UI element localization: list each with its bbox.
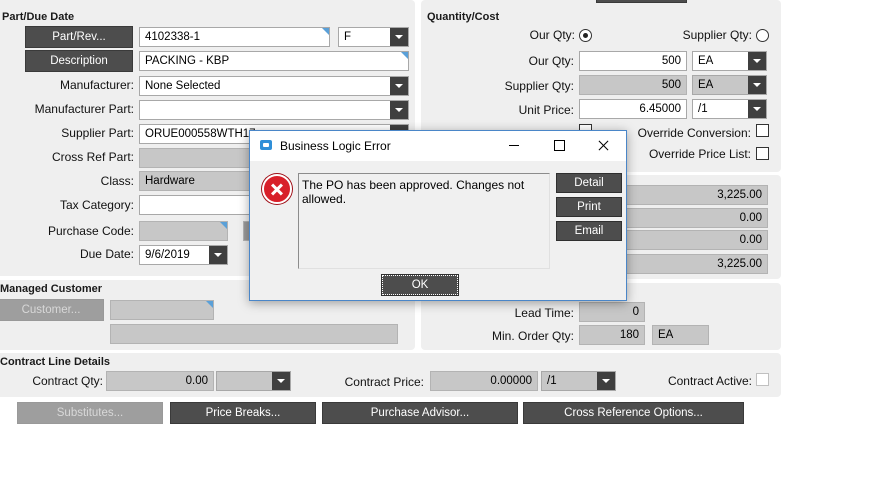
our-qty-uom-select[interactable]: EA [692, 51, 767, 71]
lead-time-label: Lead Time: [514, 306, 574, 320]
maximize-icon[interactable] [536, 131, 581, 161]
contract-price-per-select[interactable]: /1 [541, 371, 616, 391]
supplier-part-label: Supplier Part: [61, 126, 134, 140]
close-icon[interactable] [581, 131, 626, 161]
part-number-field[interactable]: 4102338-1 [139, 27, 330, 47]
our-qty-radio[interactable] [579, 29, 592, 42]
manufacturer-select[interactable]: None Selected [139, 76, 409, 96]
override-conversion-checkbox[interactable] [756, 124, 769, 137]
calendar-dropdown-icon[interactable] [209, 246, 227, 264]
min-order-qty-field: 180 [579, 325, 645, 345]
ok-button[interactable]: OK [381, 274, 459, 296]
part-rev-button[interactable]: Part/Rev... [25, 26, 133, 48]
email-button[interactable]: Email [556, 221, 622, 241]
app-icon [260, 140, 272, 150]
substitutes-button[interactable]: Substitutes... [17, 402, 163, 424]
chevron-down-icon[interactable] [390, 77, 408, 95]
supplier-qty-radio[interactable] [756, 29, 769, 42]
price-breaks-button[interactable]: Price Breaks... [170, 402, 316, 424]
contract-active-label: Contract Active: [667, 374, 752, 388]
our-qty-label: Our Qty: [528, 54, 574, 68]
contract-title: Contract Line Details [0, 356, 111, 368]
contract-active-checkbox[interactable] [756, 373, 769, 386]
class-label: Class: [100, 174, 134, 188]
chevron-down-icon[interactable] [390, 28, 408, 46]
tax-category-field[interactable] [139, 195, 251, 215]
manufacturer-part-label: Manufacturer Part: [34, 102, 134, 116]
override-price-list-label: Override Price List: [648, 147, 751, 161]
chevron-down-icon[interactable] [748, 52, 766, 70]
override-price-list-checkbox[interactable] [756, 147, 769, 160]
description-field[interactable]: PACKING - KBP [139, 51, 409, 71]
description-button[interactable]: Description [25, 50, 133, 72]
chevron-down-icon[interactable] [272, 372, 290, 390]
revision-select[interactable]: F [338, 27, 409, 47]
print-button[interactable]: Print [556, 197, 622, 217]
error-icon [262, 174, 292, 204]
our-qty-input[interactable]: 500 [579, 51, 687, 71]
chevron-down-icon[interactable] [748, 100, 766, 118]
lead-time-field: 0 [579, 302, 645, 322]
override-conversion-label: Override Conversion: [637, 126, 751, 140]
chevron-down-icon[interactable] [597, 372, 615, 390]
contract-qty-field: 0.00 [106, 371, 214, 391]
customer-name-field [110, 324, 398, 344]
customer-id-field [110, 300, 214, 320]
cross-ref-part-label: Cross Ref Part: [51, 150, 134, 164]
part-due-title: Part/Due Date [2, 11, 75, 23]
min-order-uom-field: EA [652, 325, 709, 345]
contract-qty-uom-select[interactable] [216, 371, 291, 391]
unit-price-label: Unit Price: [518, 103, 574, 117]
supplier-qty-field: 500 [579, 75, 687, 95]
business-logic-error-dialog: Business Logic Error The PO has been app… [249, 130, 627, 301]
manufacturer-label: Manufacturer: [59, 78, 134, 92]
quantity-cost-title: Quantity/Cost [427, 11, 500, 23]
cross-ref-part-field [139, 148, 251, 168]
manufacturer-part-select[interactable] [139, 100, 409, 120]
chevron-down-icon[interactable] [390, 101, 408, 119]
our-qty-radio-label: Our Qty: [529, 28, 575, 42]
min-order-qty-label: Min. Order Qty: [491, 329, 574, 343]
purchase-advisor-button[interactable]: Purchase Advisor... [322, 402, 518, 424]
contract-qty-label: Contract Qty: [32, 374, 103, 388]
customer-button[interactable]: Customer... [0, 299, 104, 321]
due-date-picker[interactable]: 9/6/2019 [139, 245, 228, 265]
cross-reference-options-button[interactable]: Cross Reference Options... [523, 402, 744, 424]
unit-price-input[interactable]: 6.45000 [579, 99, 687, 119]
supplier-qty-radio-label: Supplier Qty: [682, 28, 752, 42]
detail-button[interactable]: Detail [556, 173, 622, 193]
chevron-down-icon[interactable] [748, 76, 766, 94]
due-date-label: Due Date: [79, 247, 134, 261]
managed-customer-title: Managed Customer [0, 283, 103, 295]
supplier-qty-uom-select[interactable]: EA [692, 75, 767, 95]
dialog-title: Business Logic Error [280, 139, 391, 153]
class-field: Hardware [139, 171, 251, 191]
top-toolbar-button[interactable] [596, 0, 687, 3]
purchase-code-field [139, 221, 228, 241]
minimize-icon[interactable] [491, 131, 536, 161]
error-message: The PO has been approved. Changes not al… [298, 173, 550, 269]
supplier-qty-label: Supplier Qty: [504, 79, 574, 93]
purchase-code-label: Purchase Code: [47, 224, 134, 238]
dialog-titlebar[interactable]: Business Logic Error [250, 131, 626, 161]
tax-category-label: Tax Category: [59, 198, 134, 212]
unit-price-per-select[interactable]: /1 [692, 99, 767, 119]
contract-price-label: Contract Price: [344, 375, 424, 389]
contract-price-field: 0.00000 [430, 371, 538, 391]
